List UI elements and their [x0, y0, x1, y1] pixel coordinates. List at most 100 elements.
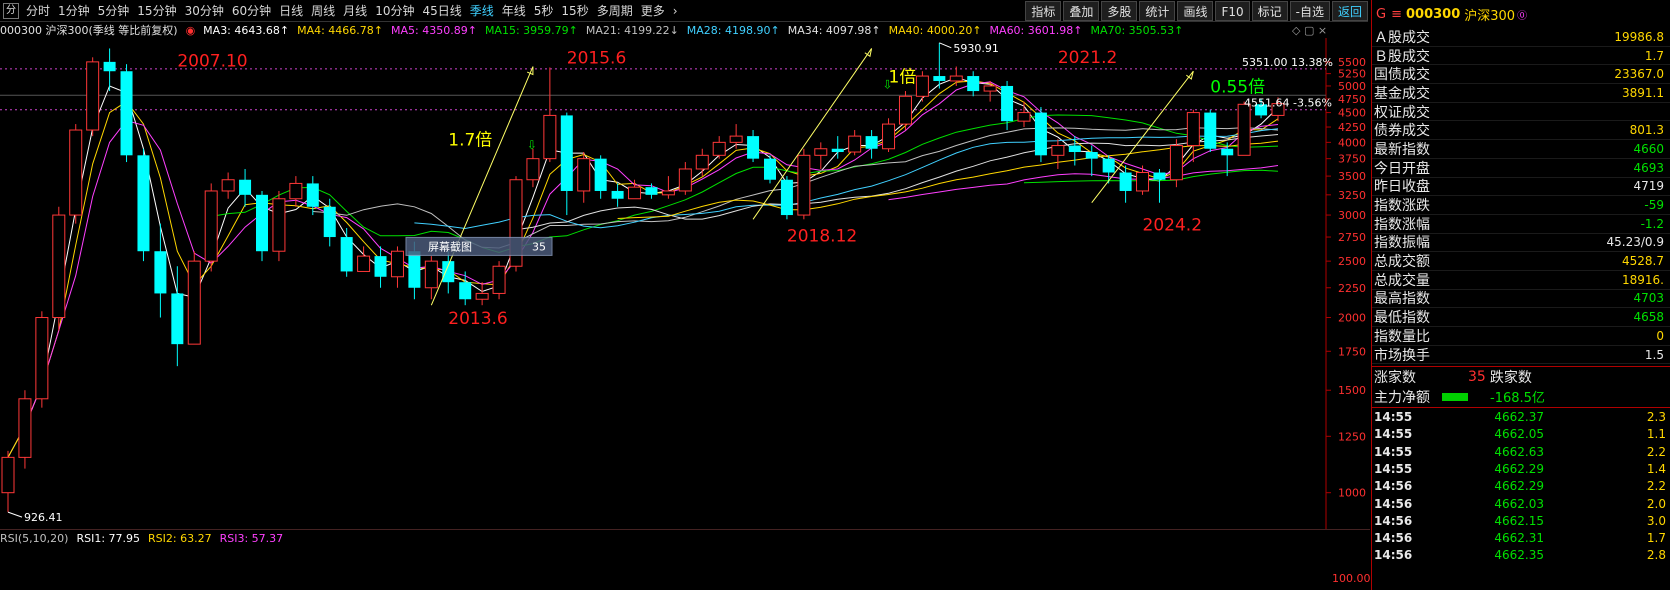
tick-volume: 1.1 — [1646, 427, 1666, 442]
tool-button[interactable]: 返回 — [1331, 1, 1368, 21]
tick-row: 14:55 4662.29 1.4 — [1372, 460, 1670, 477]
window-controls[interactable]: ◇ ▢ × — [1292, 24, 1327, 37]
candle-body — [848, 135, 862, 153]
advance-decline-row: 涨家数 35 跌家数 — [1372, 366, 1670, 386]
stat-label: 昨日收盘 — [1374, 179, 1430, 196]
tool-button[interactable]: 画线 — [1177, 1, 1214, 21]
period-tab[interactable]: 1分钟 — [54, 0, 94, 22]
period-tab[interactable]: 分时 — [22, 0, 54, 22]
candle-body — [695, 154, 709, 170]
stat-label: 指数量比 — [1374, 328, 1430, 345]
candle-body — [1102, 158, 1115, 173]
candle-body — [712, 141, 726, 156]
stat-row: 总成交量 18916. — [1372, 271, 1670, 290]
tick-row: 14:56 4662.31 1.7 — [1372, 529, 1670, 546]
tool-button[interactable]: 标记 — [1251, 1, 1288, 21]
candle-body — [204, 190, 218, 262]
period-tab[interactable]: 15分钟 — [133, 0, 180, 22]
intraday-icon[interactable]: 分 — [3, 3, 19, 19]
rsi-indicator-bar: RSI(5,10,20) RSI1: 77.95 RSI2: 63.27 RSI3: … — [0, 529, 1370, 546]
candle-body — [882, 123, 896, 150]
quote-panel: G ≡ 000300 沪深300 ⓪ Ａ股成交 19986.8 Ｂ股成交 1.7 国债成… — [1371, 0, 1670, 590]
ma-value: MA3: 4643.68↑ — [203, 23, 290, 37]
period-tab[interactable]: 季线 — [466, 0, 498, 22]
tick-volume: 1.4 — [1646, 461, 1666, 476]
index-code: 000300 — [1405, 6, 1461, 22]
period-tab[interactable]: 多周期 — [593, 0, 637, 22]
price-tick-label: 2000 — [1338, 312, 1366, 325]
tool-button[interactable]: 叠加 — [1063, 1, 1100, 21]
group-badge[interactable]: G — [1376, 7, 1386, 22]
candle-body — [272, 198, 286, 252]
candle-body — [628, 186, 642, 200]
tool-button[interactable]: 多股 — [1101, 1, 1138, 21]
period-tab[interactable]: 周线 — [307, 0, 339, 22]
candle-body — [390, 250, 404, 278]
stat-value: 3891.1 — [1622, 85, 1664, 100]
candlestick-chart[interactable]: 5500525050004750450042504000375035003250… — [0, 38, 1370, 529]
stat-label: 最高指数 — [1374, 291, 1430, 308]
stat-row: 基金成交 3891.1 — [1372, 84, 1670, 103]
chart-settings-icon[interactable]: ◉ — [186, 24, 196, 37]
stat-label: 总成交量 — [1374, 272, 1430, 289]
price-tick-label: 3250 — [1338, 189, 1366, 202]
period-tab[interactable]: 5秒 — [530, 0, 558, 22]
more-arrow-icon[interactable]: › — [669, 0, 682, 22]
tool-button[interactable]: 指标 — [1025, 1, 1062, 21]
stats-list: Ａ股成交 19986.8 Ｂ股成交 1.7 国债成交 23367.0 基金成交 3891.1 权… — [1372, 28, 1670, 365]
period-tab[interactable]: 5分钟 — [94, 0, 134, 22]
period-tab[interactable]: 15秒 — [557, 0, 592, 22]
period-tab[interactable]: 10分钟 — [371, 0, 418, 22]
target-label: 5351.00 13.38% — [1242, 56, 1333, 69]
period-tab[interactable]: 更多 — [637, 0, 669, 22]
period-tab[interactable]: 45日线 — [418, 0, 465, 22]
stat-row: Ａ股成交 19986.8 — [1372, 28, 1670, 47]
candle-body — [1051, 145, 1065, 156]
price-tick-label: 3000 — [1338, 209, 1366, 222]
candle-body — [289, 182, 303, 200]
low-label: 926.41 — [24, 511, 63, 524]
period-tab[interactable]: 30分钟 — [181, 0, 228, 22]
stat-value: 801.3 — [1629, 123, 1664, 138]
candle-body — [1017, 112, 1031, 122]
price-tick-label: 4500 — [1338, 107, 1366, 120]
rsi-value: RSI2: 63.27 — [148, 531, 212, 545]
price-tick-label: 2500 — [1338, 255, 1366, 268]
chart-annotation: 2024.2 — [1143, 216, 1202, 236]
candle-body — [69, 129, 83, 216]
stat-value: 4528.7 — [1622, 254, 1664, 269]
candle-body — [1204, 112, 1217, 149]
candle-body — [560, 115, 573, 191]
period-tab[interactable]: 60分钟 — [228, 0, 275, 22]
tool-button[interactable]: F10 — [1215, 1, 1250, 21]
rsi-value: RSI3: 57.37 — [219, 531, 284, 545]
period-tab[interactable]: 年线 — [498, 0, 530, 22]
candle-body — [1221, 148, 1234, 156]
stat-value: 19986.8 — [1614, 29, 1664, 44]
rsi-axis-label: 100.00 — [1332, 572, 1371, 585]
candle-body — [797, 154, 811, 216]
tool-button[interactable]: -自选 — [1289, 1, 1330, 21]
tick-price: 4662.31 — [1494, 531, 1544, 546]
period-tab[interactable]: 月线 — [339, 0, 371, 22]
candle-body — [137, 155, 150, 252]
candle-body — [729, 135, 743, 143]
ma-value: MA15: 3959.79↑ — [484, 23, 578, 37]
menu-icon[interactable]: ≡ — [1391, 7, 1402, 22]
tick-time: 14:55 — [1374, 444, 1413, 459]
tick-list[interactable]: 14:55 4662.37 2.3 14:55 4662.05 1.1 14:55 4662.… — [1372, 408, 1670, 564]
tick-volume: 1.7 — [1646, 531, 1666, 546]
stat-row: 指数量比 0 — [1372, 327, 1670, 346]
stat-label: 总成交额 — [1374, 254, 1430, 271]
price-tick-label: 5000 — [1338, 80, 1366, 93]
price-tick-label: 1000 — [1338, 487, 1366, 500]
tool-button[interactable]: 统计 — [1139, 1, 1176, 21]
price-tick-label: 3750 — [1338, 153, 1366, 166]
candle-body — [154, 251, 167, 294]
chart-annotation: 0.55倍 — [1210, 78, 1265, 98]
tick-volume: 2.0 — [1646, 496, 1666, 511]
period-tab[interactable]: 日线 — [275, 0, 307, 22]
up-count-label: 涨家数 — [1374, 369, 1416, 386]
candle-body — [256, 194, 268, 252]
info-icon[interactable]: ⓪ — [1517, 7, 1527, 22]
